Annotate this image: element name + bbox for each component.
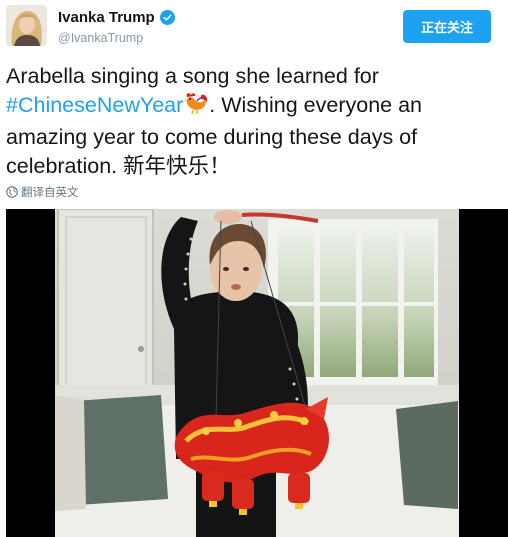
name-row: Ivanka Trump xyxy=(58,9,175,26)
avatar-image xyxy=(6,5,47,46)
rooster-emoji-icon xyxy=(183,91,209,123)
translate-label: 翻译自英文 xyxy=(21,185,79,199)
following-button[interactable]: 正在关注 xyxy=(403,10,491,43)
tweet-text: Arabella singing a song she learned for … xyxy=(6,62,502,181)
verified-badge-icon xyxy=(159,10,175,25)
tweet-header: Ivanka Trump @IvankaTrump 正在关注 xyxy=(0,0,508,60)
hashtag-link[interactable]: #ChineseNewYear xyxy=(6,93,183,117)
video-frame xyxy=(6,209,508,537)
tweet-text-line1: Arabella singing a song she learned for xyxy=(6,64,379,88)
user-handle[interactable]: @IvankaTrump xyxy=(58,31,143,45)
display-name[interactable]: Ivanka Trump xyxy=(58,9,155,26)
globe-icon xyxy=(6,186,18,198)
tweet-video[interactable] xyxy=(6,209,508,537)
avatar[interactable] xyxy=(6,5,47,46)
translate-link[interactable]: 翻译自英文 xyxy=(6,184,79,200)
